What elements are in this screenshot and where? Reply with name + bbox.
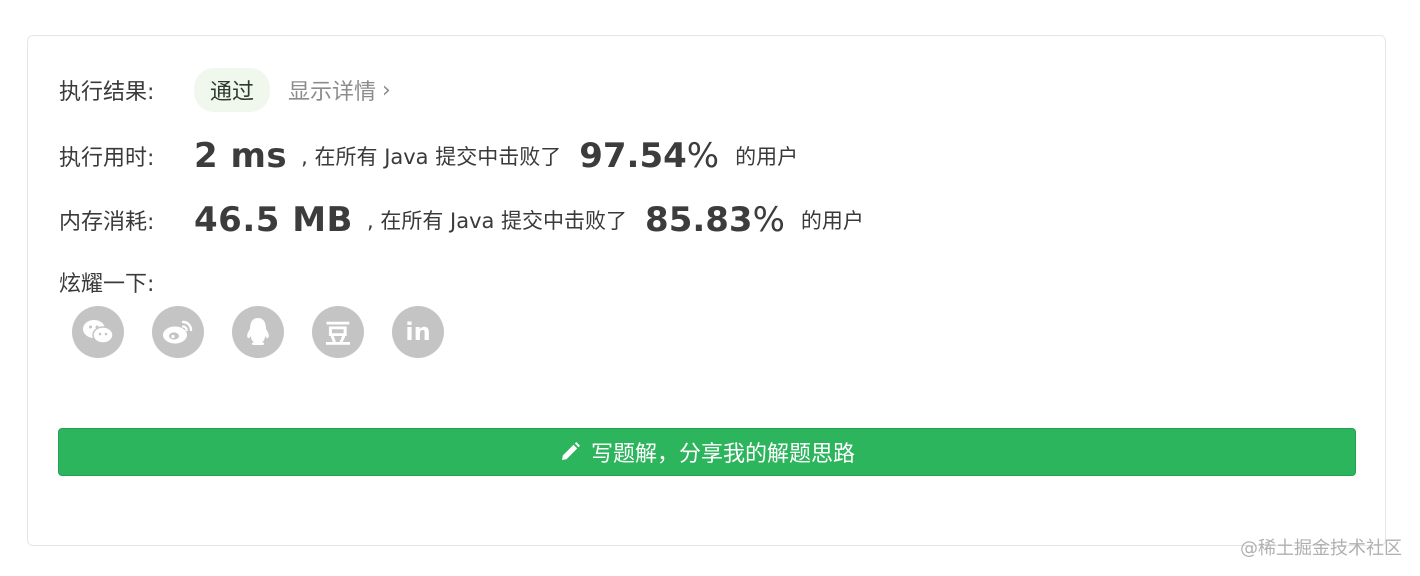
wechat-icon[interactable]: [72, 306, 124, 358]
douban-glyph: 豆: [324, 319, 351, 350]
runtime-beat-text: , 在所有 Java 提交中击败了: [301, 145, 562, 169]
chevron-right-icon: ›: [382, 77, 391, 103]
runtime-value: 2 ms: [194, 136, 288, 176]
qq-icon[interactable]: [232, 306, 284, 358]
watermark: @稀土掘金技术社区: [1240, 538, 1402, 559]
write-solution-label: 写题解，分享我的解题思路: [590, 442, 855, 467]
linkedin-icon[interactable]: in: [392, 306, 444, 358]
runtime-label: 执行用时:: [59, 146, 155, 171]
runtime-percent-value: 97.54: [579, 136, 687, 176]
runtime-percent-sign: %: [686, 136, 720, 176]
linkedin-glyph: in: [405, 318, 431, 346]
status-badge: 通过: [194, 68, 271, 112]
show-details-link[interactable]: 显示详情 ›: [288, 74, 391, 106]
show-details-label: 显示详情: [288, 80, 377, 105]
result-row: 执行结果: 通过 显示详情 ›: [59, 68, 391, 112]
share-row: 炫耀一下:: [59, 266, 154, 298]
memory-percent: 85.83%: [645, 200, 785, 240]
result-label: 执行结果:: [59, 80, 155, 105]
runtime-suffix: 的用户: [735, 145, 799, 169]
memory-row: 内存消耗: 46.5 MB , 在所有 Java 提交中击败了 85.83% 的…: [59, 200, 864, 240]
memory-suffix: 的用户: [800, 209, 864, 233]
memory-label: 内存消耗:: [59, 210, 155, 235]
douban-icon[interactable]: 豆: [312, 306, 364, 358]
memory-percent-value: 85.83: [645, 200, 753, 240]
weibo-icon[interactable]: [152, 306, 204, 358]
memory-beat-text: , 在所有 Java 提交中击败了: [366, 209, 628, 233]
runtime-row: 执行用时: 2 ms , 在所有 Java 提交中击败了 97.54% 的用户: [59, 136, 798, 176]
memory-value: 46.5 MB: [194, 200, 353, 240]
memory-percent-sign: %: [752, 200, 785, 240]
write-solution-button[interactable]: 写题解，分享我的解题思路: [58, 428, 1356, 476]
share-label: 炫耀一下:: [59, 272, 155, 297]
pencil-icon: [559, 441, 581, 463]
share-icons: 豆 in: [72, 306, 444, 358]
runtime-percent: 97.54%: [579, 136, 719, 176]
